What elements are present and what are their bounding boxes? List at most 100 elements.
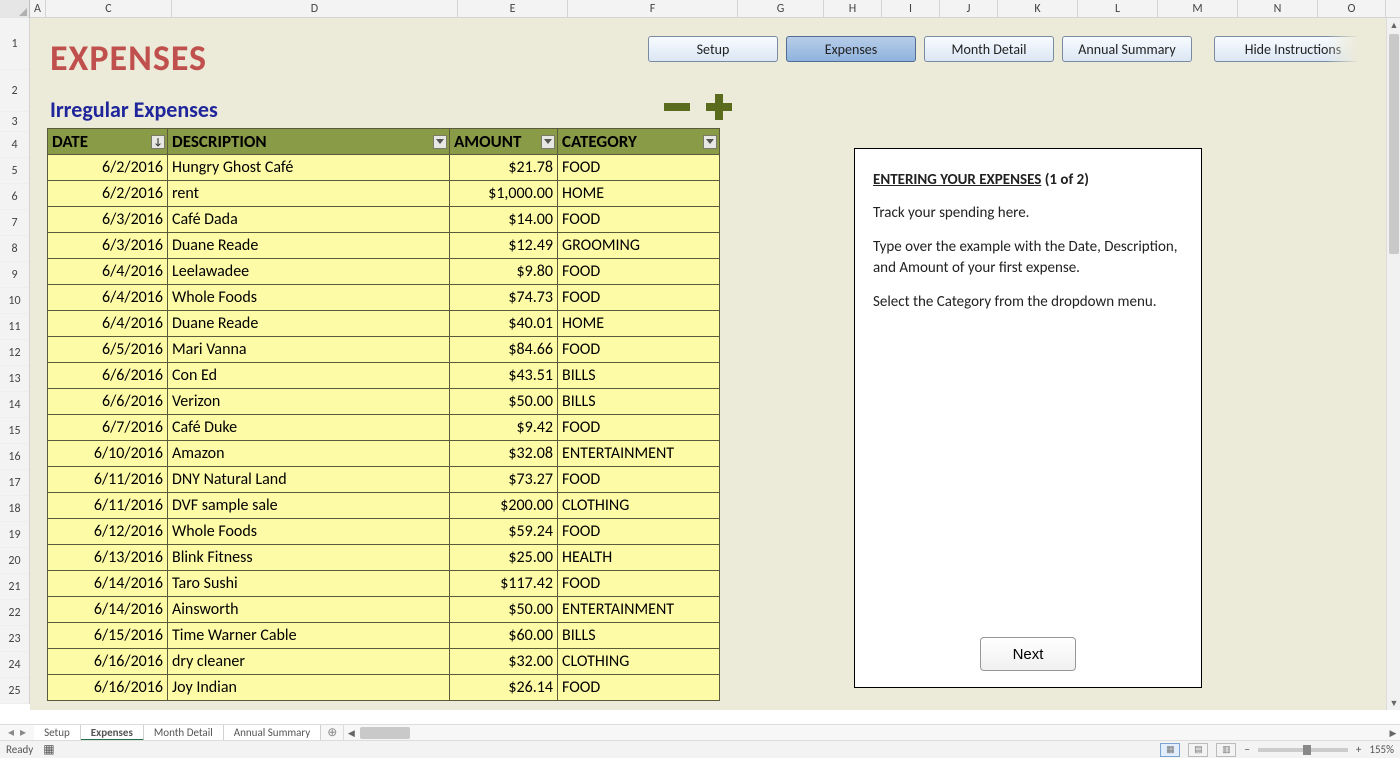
minus-icon[interactable]: [660, 90, 694, 124]
table-row[interactable]: 6/6/2016Verizon$50.00BILLS: [48, 389, 720, 415]
cell-desc[interactable]: Duane Reade: [168, 233, 450, 259]
cell-cat[interactable]: FOOD: [558, 285, 720, 311]
row-header-13[interactable]: 13: [0, 366, 29, 392]
cell-amount[interactable]: $59.24: [450, 519, 558, 545]
cell-date[interactable]: 6/4/2016: [48, 311, 168, 337]
sheet-tab-annual-summary[interactable]: Annual Summary: [224, 725, 322, 741]
nav-month-detail-button[interactable]: Month Detail: [924, 36, 1054, 62]
table-row[interactable]: 6/6/2016Con Ed$43.51BILLS: [48, 363, 720, 389]
scroll-left-icon[interactable]: ◀: [344, 725, 358, 741]
cell-date[interactable]: 6/7/2016: [48, 415, 168, 441]
table-row[interactable]: 6/7/2016Café Duke$9.42FOOD: [48, 415, 720, 441]
cell-date[interactable]: 6/4/2016: [48, 259, 168, 285]
cell-cat[interactable]: GROOMING: [558, 233, 720, 259]
cell-desc[interactable]: Whole Foods: [168, 519, 450, 545]
cell-desc[interactable]: Ainsworth: [168, 597, 450, 623]
table-row[interactable]: 6/12/2016Whole Foods$59.24FOOD: [48, 519, 720, 545]
cell-date[interactable]: 6/10/2016: [48, 441, 168, 467]
cell-desc[interactable]: Time Warner Cable: [168, 623, 450, 649]
col-header-I[interactable]: I: [882, 0, 940, 18]
cell-date[interactable]: 6/12/2016: [48, 519, 168, 545]
view-page-layout-icon[interactable]: ▤: [1188, 743, 1208, 757]
col-header-E[interactable]: E: [458, 0, 568, 18]
row-header-14[interactable]: 14: [0, 392, 29, 418]
cell-date[interactable]: 6/2/2016: [48, 181, 168, 207]
table-row[interactable]: 6/3/2016Duane Reade$12.49GROOMING: [48, 233, 720, 259]
worksheet[interactable]: EXPENSES Irregular Expenses Setup Expens…: [30, 18, 1386, 710]
sheet-tab-month-detail[interactable]: Month Detail: [144, 725, 224, 741]
col-header-O[interactable]: O: [1318, 0, 1386, 18]
row-header-3[interactable]: 3: [0, 112, 29, 132]
next-button[interactable]: Next: [980, 637, 1076, 671]
cell-date[interactable]: 6/4/2016: [48, 285, 168, 311]
sheet-tab-expenses[interactable]: Expenses: [81, 725, 144, 741]
cell-date[interactable]: 6/5/2016: [48, 337, 168, 363]
macro-record-icon[interactable]: ▦: [43, 742, 54, 757]
row-header-19[interactable]: 19: [0, 522, 29, 548]
row-header-15[interactable]: 15: [0, 418, 29, 444]
col-header-N[interactable]: N: [1238, 0, 1318, 18]
scroll-up-icon[interactable]: ▲: [1387, 18, 1400, 32]
cell-cat[interactable]: BILLS: [558, 389, 720, 415]
col-header-category[interactable]: CATEGORY: [558, 129, 720, 155]
row-header-17[interactable]: 17: [0, 470, 29, 496]
table-row[interactable]: 6/13/2016Blink Fitness$25.00HEALTH: [48, 545, 720, 571]
cell-amount[interactable]: $21.78: [450, 155, 558, 181]
row-header-24[interactable]: 24: [0, 652, 29, 678]
cell-desc[interactable]: Café Dada: [168, 207, 450, 233]
row-header-4[interactable]: 4: [0, 132, 29, 158]
filter-icon[interactable]: [433, 135, 447, 149]
row-header-23[interactable]: 23: [0, 626, 29, 652]
col-header-F[interactable]: F: [568, 0, 738, 18]
table-row[interactable]: 6/4/2016Leelawadee$9.80FOOD: [48, 259, 720, 285]
cell-amount[interactable]: $25.00: [450, 545, 558, 571]
table-row[interactable]: 6/5/2016Mari Vanna$84.66FOOD: [48, 337, 720, 363]
select-all-triangle[interactable]: [0, 0, 30, 18]
cell-cat[interactable]: CLOTHING: [558, 649, 720, 675]
cell-cat[interactable]: HOME: [558, 311, 720, 337]
nav-setup-button[interactable]: Setup: [648, 36, 778, 62]
tab-nav-prev-icon[interactable]: ▸: [20, 725, 26, 740]
cell-amount[interactable]: $43.51: [450, 363, 558, 389]
cell-amount[interactable]: $40.01: [450, 311, 558, 337]
cell-amount[interactable]: $200.00: [450, 493, 558, 519]
row-header-7[interactable]: 7: [0, 210, 29, 236]
horizontal-scrollbar[interactable]: ◀ ▶: [343, 725, 1400, 740]
cell-date[interactable]: 6/2/2016: [48, 155, 168, 181]
cell-cat[interactable]: FOOD: [558, 259, 720, 285]
cell-date[interactable]: 6/6/2016: [48, 363, 168, 389]
zoom-level[interactable]: 155%: [1369, 743, 1394, 756]
cell-cat[interactable]: FOOD: [558, 519, 720, 545]
cell-cat[interactable]: BILLS: [558, 623, 720, 649]
cell-desc[interactable]: Duane Reade: [168, 311, 450, 337]
cell-desc[interactable]: Blink Fitness: [168, 545, 450, 571]
cell-cat[interactable]: CLOTHING: [558, 493, 720, 519]
cell-cat[interactable]: ENTERTAINMENT: [558, 597, 720, 623]
scroll-down-icon[interactable]: ▼: [1387, 696, 1400, 710]
col-header-H[interactable]: H: [824, 0, 882, 18]
cell-desc[interactable]: DNY Natural Land: [168, 467, 450, 493]
table-row[interactable]: 6/2/2016rent$1,000.00HOME: [48, 181, 720, 207]
row-header-22[interactable]: 22: [0, 600, 29, 626]
row-header-20[interactable]: 20: [0, 548, 29, 574]
col-header-date[interactable]: DATE: [48, 129, 168, 155]
col-header-M[interactable]: M: [1158, 0, 1238, 18]
cell-cat[interactable]: FOOD: [558, 207, 720, 233]
cell-amount[interactable]: $9.80: [450, 259, 558, 285]
scroll-right-icon[interactable]: ▶: [1386, 725, 1400, 741]
table-row[interactable]: 6/11/2016DVF sample sale$200.00CLOTHING: [48, 493, 720, 519]
cell-amount[interactable]: $84.66: [450, 337, 558, 363]
row-header-10[interactable]: 10: [0, 288, 29, 314]
row-header-2[interactable]: 2: [0, 70, 29, 112]
cell-cat[interactable]: HEALTH: [558, 545, 720, 571]
row-header-25[interactable]: 25: [0, 678, 29, 704]
cell-date[interactable]: 6/11/2016: [48, 493, 168, 519]
cell-desc[interactable]: Taro Sushi: [168, 571, 450, 597]
col-header-L[interactable]: L: [1078, 0, 1158, 18]
table-row[interactable]: 6/16/2016Joy Indian$26.14FOOD: [48, 675, 720, 701]
zoom-out-icon[interactable]: −: [1244, 743, 1249, 756]
cell-date[interactable]: 6/13/2016: [48, 545, 168, 571]
cell-cat[interactable]: BILLS: [558, 363, 720, 389]
row-header-11[interactable]: 11: [0, 314, 29, 340]
hide-instructions-button[interactable]: Hide Instructions: [1214, 36, 1372, 62]
